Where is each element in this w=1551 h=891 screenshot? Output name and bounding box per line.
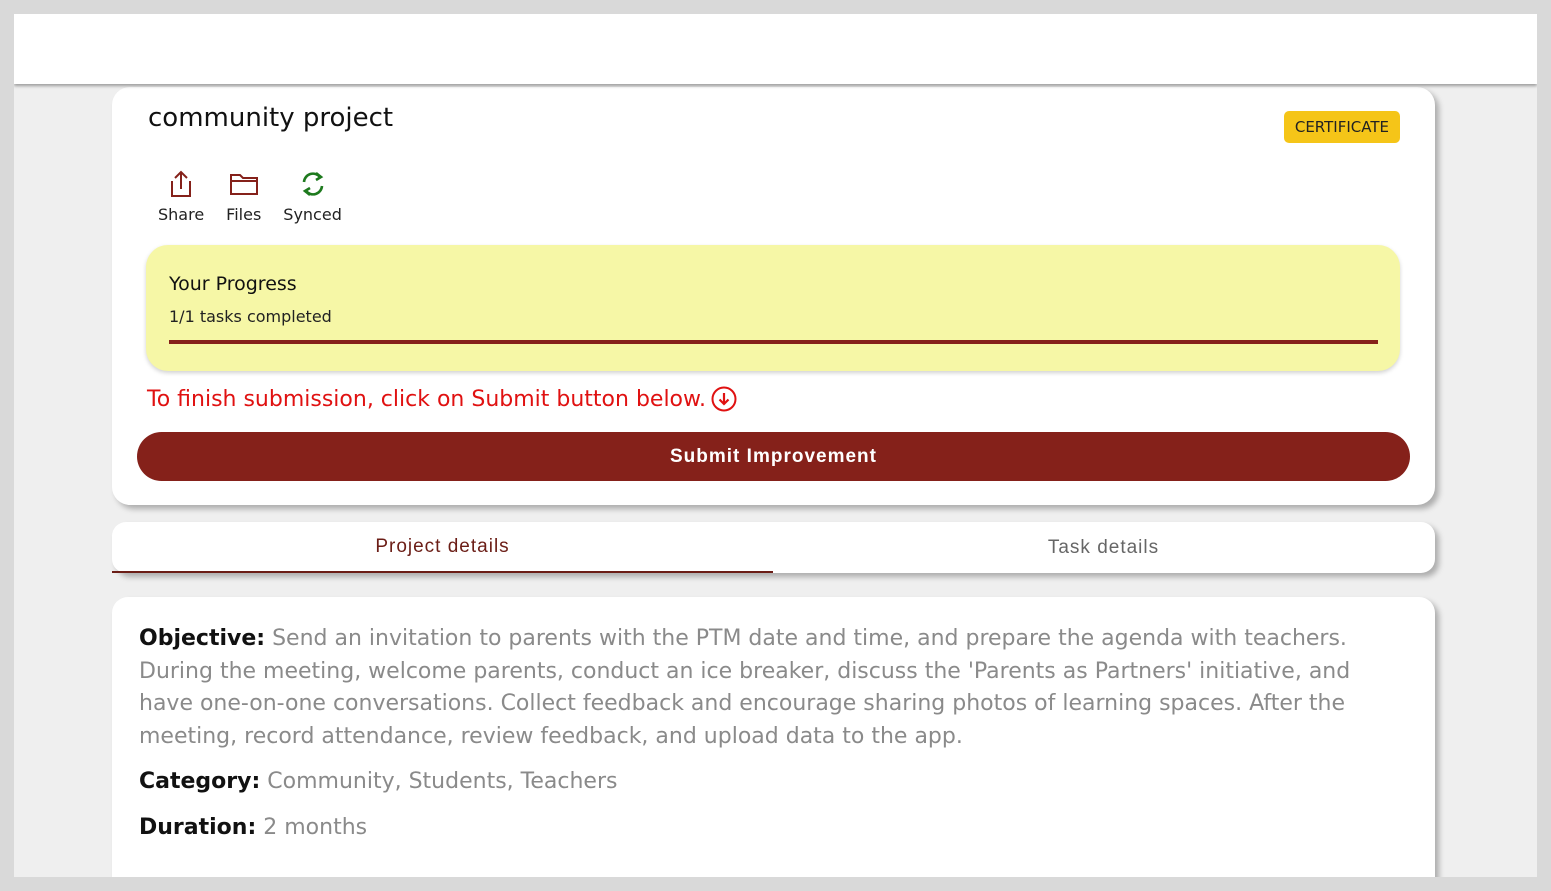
- project-title: community project: [148, 103, 394, 133]
- progress-bar: [169, 340, 1378, 344]
- category-row: Category: Community, Students, Teachers: [139, 766, 1375, 799]
- arrow-down-circle-icon: [710, 385, 738, 413]
- duration-label: Duration:: [139, 815, 257, 840]
- objective-row: Objective: Send an invitation to parents…: [139, 623, 1375, 753]
- project-actions: Share Files Synced: [158, 169, 364, 224]
- share-label: Share: [158, 205, 205, 224]
- submit-improvement-button[interactable]: Submit Improvement: [137, 432, 1410, 481]
- project-card: community project CERTIFICATE Share File…: [112, 87, 1435, 505]
- share-action[interactable]: Share: [158, 169, 204, 224]
- progress-count: 1/1 tasks completed: [169, 307, 332, 326]
- duration-row: Duration: 2 months: [139, 812, 1375, 845]
- project-details-card: Objective: Send an invitation to parents…: [112, 597, 1435, 877]
- duration-value: 2 months: [263, 815, 368, 840]
- progress-panel: Your Progress 1/1 tasks completed: [146, 245, 1400, 371]
- certificate-button[interactable]: CERTIFICATE: [1283, 111, 1400, 143]
- objective-label: Objective:: [139, 626, 266, 651]
- synced-label: Synced: [283, 205, 342, 224]
- category-value: Community, Students, Teachers: [267, 769, 618, 794]
- sync-icon: [298, 169, 328, 199]
- details-tabs: Project details Task details: [112, 522, 1435, 573]
- progress-title: Your Progress: [169, 273, 297, 295]
- app-viewport: community project CERTIFICATE Share File…: [14, 14, 1537, 877]
- folder-icon: [229, 169, 259, 199]
- synced-action[interactable]: Synced: [283, 169, 342, 224]
- files-label: Files: [226, 205, 262, 224]
- submission-hint: To finish submission, click on Submit bu…: [147, 385, 738, 413]
- share-icon: [166, 169, 196, 199]
- tab-task-details[interactable]: Task details: [773, 522, 1434, 573]
- tab-project-details[interactable]: Project details: [112, 522, 773, 573]
- category-label: Category:: [139, 769, 261, 794]
- objective-value: Send an invitation to parents with the P…: [139, 626, 1351, 749]
- submission-hint-text: To finish submission, click on Submit bu…: [147, 386, 706, 412]
- top-app-bar: [14, 14, 1537, 84]
- files-action[interactable]: Files: [226, 169, 261, 224]
- progress-bar-fill: [169, 340, 1378, 344]
